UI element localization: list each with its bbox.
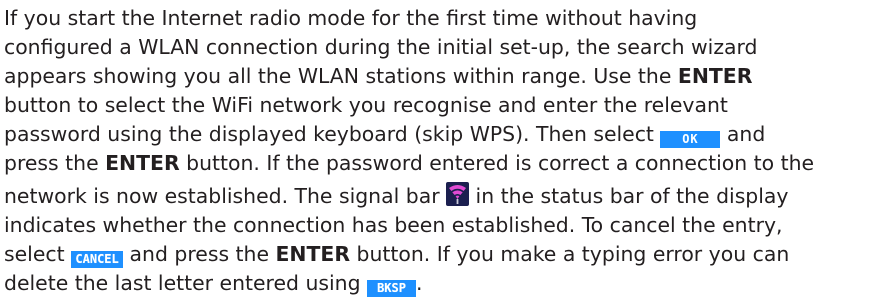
ok-key-badge-label: OK — [682, 132, 699, 146]
manual-text-block: If you start the Internet radio mode for… — [4, 4, 870, 298]
text-run: button. If the password entered is corre… — [179, 151, 815, 175]
text-run: If you start the Internet radio mode for… — [4, 6, 698, 30]
text-run: appears showing you all the WLAN station… — [4, 64, 678, 88]
text-run: select — [4, 242, 72, 266]
ok-key-badge: OK — [660, 131, 721, 148]
cancel-key-badge: CANCEL — [71, 251, 124, 268]
text-run: in the status bar of the display — [469, 184, 789, 208]
text-run: configured a WLAN connection during the … — [4, 35, 758, 59]
cancel-key-badge-label: CANCEL — [75, 252, 119, 266]
bksp-key-badge-label: BKSP — [377, 281, 406, 295]
text-run: . — [416, 271, 423, 295]
enter-key-label: ENTER — [677, 64, 753, 88]
enter-key-label: ENTER — [105, 151, 180, 175]
bksp-key-badge: BKSP — [367, 280, 417, 297]
text-run: and press the — [123, 242, 276, 266]
text-run: and — [720, 122, 766, 146]
text-run: delete the last letter entered using — [4, 271, 368, 295]
paragraph-line-1: If you start the Internet radio mode for… — [4, 4, 870, 33]
wifi-signal-icon-graphic — [449, 185, 467, 204]
text-run: button to select the WiFi network you re… — [4, 93, 728, 117]
paragraph-line-8: indicates whether the connection has bee… — [4, 211, 870, 240]
text-run: password using the displayed keyboard (s… — [4, 122, 661, 146]
paragraph-line-2: configured a WLAN connection during the … — [4, 33, 870, 62]
paragraph-line-6: press the ENTER button. If the password … — [4, 149, 870, 178]
paragraph-line-9: select CANCEL and press the ENTER button… — [4, 240, 870, 269]
text-run: button. If you make a typing error you c… — [350, 242, 790, 266]
text-run: indicates whether the connection has bee… — [4, 213, 783, 237]
text-run: press the — [4, 151, 106, 175]
enter-key-label: ENTER — [275, 242, 351, 266]
paragraph-line-5: password using the displayed keyboard (s… — [4, 120, 870, 149]
text-run: network is now established. The signal b… — [4, 184, 447, 208]
paragraph-line-10: delete the last letter entered using BKS… — [4, 269, 870, 298]
paragraph-line-3: appears showing you all the WLAN station… — [4, 62, 870, 91]
wifi-signal-icon — [446, 182, 470, 206]
paragraph-line-7: network is now established. The signal b… — [4, 178, 870, 211]
paragraph-line-4: button to select the WiFi network you re… — [4, 91, 870, 120]
